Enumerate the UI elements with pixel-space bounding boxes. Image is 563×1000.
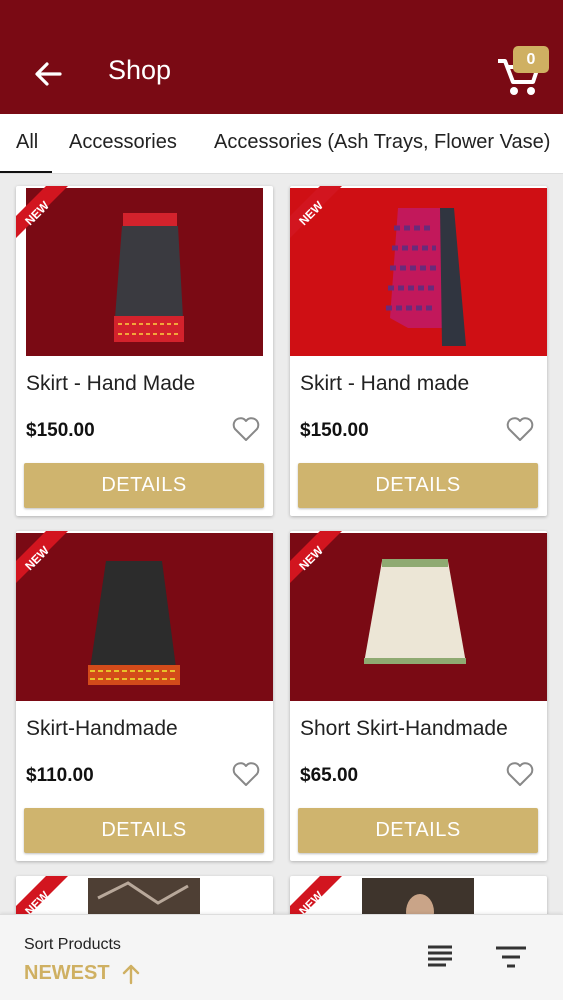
new-badge: NEW — [290, 186, 342, 238]
new-badge: NEW — [16, 531, 68, 583]
tab-all[interactable]: All — [0, 114, 53, 173]
sort-value[interactable]: NEWEST — [24, 962, 110, 985]
app-bar: Shop 0 — [0, 0, 563, 114]
product-name[interactable]: Skirt - Hand Made — [26, 372, 195, 396]
sort-bar: Sort Products NEWEST — [0, 914, 563, 1000]
heart-outline-icon[interactable] — [231, 414, 261, 444]
details-button[interactable]: DETAILS — [24, 463, 264, 508]
heart-outline-icon[interactable] — [505, 759, 535, 789]
heart-outline-icon[interactable] — [505, 414, 535, 444]
product-price: $65.00 — [300, 765, 359, 786]
page-title: Shop — [108, 55, 172, 85]
details-button[interactable]: DETAILS — [298, 463, 538, 508]
arrow-left-icon[interactable] — [28, 54, 68, 94]
heart-outline-icon[interactable] — [231, 759, 261, 789]
product-name[interactable]: Short Skirt-Handmade — [300, 717, 508, 741]
product-price: $150.00 — [26, 420, 95, 441]
product-name[interactable]: Skirt-Handmade — [26, 717, 178, 741]
product-name[interactable]: Skirt - Hand made — [300, 372, 469, 396]
new-badge: NEW — [16, 186, 68, 238]
product-card[interactable]: NEW Skirt-Handmade $110.00 DETAILS — [16, 531, 273, 861]
cart-count-badge: 0 — [513, 46, 549, 73]
filter-icon[interactable] — [494, 941, 528, 973]
details-button[interactable]: DETAILS — [298, 808, 538, 853]
arrow-up-icon[interactable] — [120, 962, 142, 986]
product-card[interactable]: NEW Skirt - Hand Made $150.00 DETAILS — [16, 186, 273, 516]
tab-accessories[interactable]: Accessories — [69, 114, 177, 173]
tab-accessories-ash-trays[interactable]: Accessories (Ash Trays, Flower Vase) — [214, 114, 550, 173]
product-price: $150.00 — [300, 420, 369, 441]
product-card[interactable]: NEW Short Skirt-Handmade $65.00 DETAILS — [290, 531, 547, 861]
product-card[interactable]: NEW Skirt - Hand made $150.00 DETAILS — [290, 186, 547, 516]
new-badge: NEW — [290, 531, 342, 583]
list-view-icon[interactable] — [424, 941, 456, 973]
product-price: $110.00 — [26, 765, 94, 786]
details-button[interactable]: DETAILS — [24, 808, 264, 853]
sort-label: Sort Products — [24, 936, 121, 953]
category-tabs: All Accessories Accessories (Ash Trays, … — [0, 114, 563, 174]
